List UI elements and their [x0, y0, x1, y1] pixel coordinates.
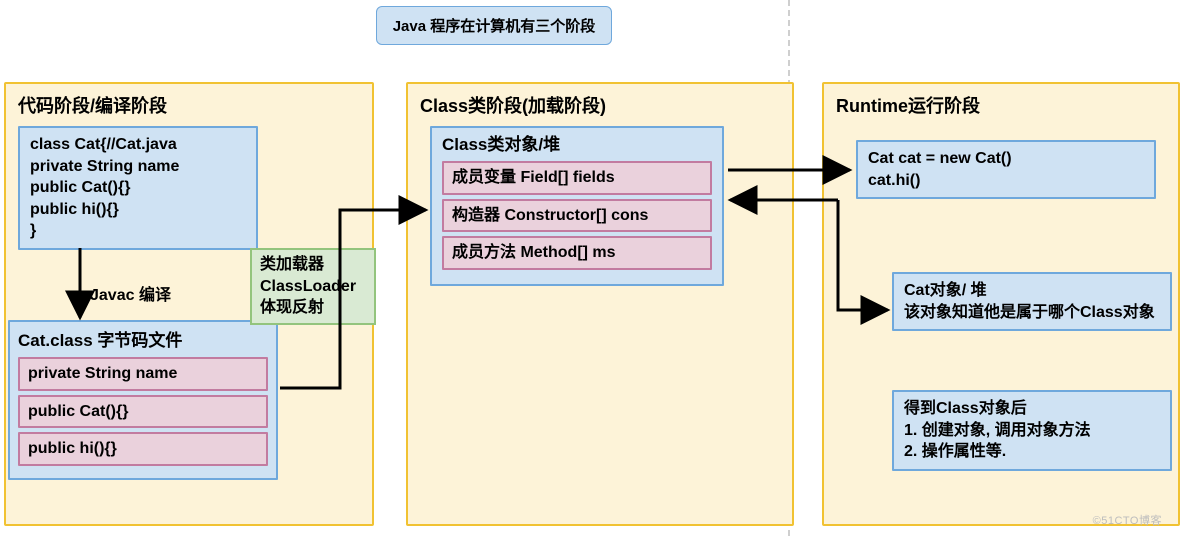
class-heap-box: Class类对象/堆 成员变量 Field[] fields 构造器 Const… — [430, 126, 724, 286]
class-heap-header: Class类对象/堆 — [442, 134, 712, 157]
bytecode-header: Cat.class 字节码文件 — [18, 330, 268, 353]
classloader-box: 类加载器 ClassLoader 体现反射 — [250, 248, 376, 325]
bytecode-item: public hi(){} — [18, 432, 268, 466]
javac-compile-label: Javac 编译 — [90, 281, 171, 305]
class-heap-item: 构造器 Constructor[] cons — [442, 199, 712, 233]
class-heap-item: 成员方法 Method[] ms — [442, 236, 712, 270]
source-code-box: class Cat{//Cat.java private String name… — [18, 126, 258, 250]
class-heap-item: 成员变量 Field[] fields — [442, 161, 712, 195]
stage-class-phase-label: Class类阶段(加载阶段) — [408, 84, 792, 124]
watermark: ©51CTO博客 — [1093, 512, 1162, 528]
bytecode-item: private String name — [18, 357, 268, 391]
stage-runtime-phase-label: Runtime运行阶段 — [824, 84, 1178, 124]
cat-object-note-box: Cat对象/ 堆 该对象知道他是属于哪个Class对象 — [892, 272, 1172, 331]
bytecode-box: Cat.class 字节码文件 private String name publ… — [8, 320, 278, 480]
stage-code-phase-label: 代码阶段/编译阶段 — [6, 84, 372, 124]
bytecode-item: public Cat(){} — [18, 395, 268, 429]
diagram-title: Java 程序在计算机有三个阶段 — [376, 6, 612, 45]
post-class-actions-box: 得到Class对象后 1. 创建对象, 调用对象方法 2. 操作属性等. — [892, 390, 1172, 471]
runtime-code-box: Cat cat = new Cat() cat.hi() — [856, 140, 1156, 199]
